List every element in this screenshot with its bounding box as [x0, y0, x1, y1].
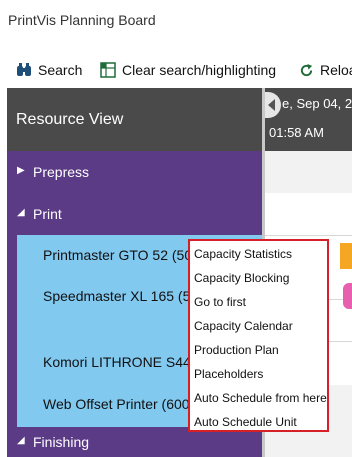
- resource-label: Web Offset Printer (600: [43, 396, 190, 412]
- binoculars-icon: [17, 63, 31, 76]
- resource-view-header: Resource View: [7, 88, 262, 151]
- resource-label: Komori LITHRONE S44 (: [43, 354, 200, 370]
- search-button[interactable]: Search: [16, 62, 82, 78]
- timeline-time: 01:58 AM: [269, 125, 324, 140]
- menu-item-capacity-calendar[interactable]: Capacity Calendar: [194, 319, 293, 333]
- app-title: PrintVis Planning Board: [8, 12, 156, 28]
- context-menu: Capacity Statistics Capacity Blocking Go…: [188, 239, 329, 432]
- menu-item-auto-schedule-from-here[interactable]: Auto Schedule from here: [194, 391, 327, 405]
- grid-clear-icon: [100, 62, 116, 78]
- group-label: Prepress: [33, 164, 90, 180]
- clear-search-label: Clear search/highlighting: [122, 62, 277, 78]
- group-label: Print: [33, 206, 62, 222]
- group-prepress[interactable]: ▶ Prepress: [7, 151, 262, 193]
- row-divider: [265, 235, 352, 236]
- collapse-arrow-icon[interactable]: ◢: [17, 207, 25, 218]
- resource-label: Speedmaster XL 165 (51: [43, 288, 199, 304]
- collapse-arrow-icon[interactable]: ◢: [17, 435, 25, 446]
- job-bar[interactable]: [340, 243, 352, 269]
- timeline-date: e, Sep 04, 20: [282, 96, 352, 111]
- refresh-icon: [300, 63, 313, 76]
- reload-label: Reloa: [320, 62, 352, 78]
- resource-label: Printmaster GTO 52 (50: [43, 247, 193, 263]
- previous-arrow-icon[interactable]: [265, 92, 281, 118]
- menu-item-placeholders[interactable]: Placeholders: [194, 367, 263, 381]
- toolbar: Search Clear search/highlighting Reloa: [0, 54, 352, 88]
- group-print[interactable]: ◢ Print: [7, 193, 262, 235]
- menu-item-capacity-blocking[interactable]: Capacity Blocking: [194, 271, 289, 285]
- menu-item-production-plan[interactable]: Production Plan: [194, 343, 279, 357]
- menu-item-auto-schedule-unit[interactable]: Auto Schedule Unit: [194, 415, 297, 429]
- group-indent-bar: [7, 235, 17, 427]
- resource-view-title: Resource View: [16, 111, 124, 128]
- menu-item-go-to-first[interactable]: Go to first: [194, 295, 246, 309]
- reload-button[interactable]: Reloa: [299, 62, 352, 78]
- group-label: Finishing: [33, 434, 90, 450]
- expand-arrow-icon[interactable]: ▶: [17, 165, 25, 176]
- clear-search-button[interactable]: Clear search/highlighting: [100, 62, 276, 78]
- timeline-header: e, Sep 04, 20 01:58 AM: [265, 88, 352, 151]
- timeline-row[interactable]: [265, 193, 352, 235]
- search-label: Search: [38, 62, 83, 78]
- menu-item-capacity-statistics[interactable]: Capacity Statistics: [194, 247, 292, 261]
- job-bar[interactable]: [343, 283, 352, 309]
